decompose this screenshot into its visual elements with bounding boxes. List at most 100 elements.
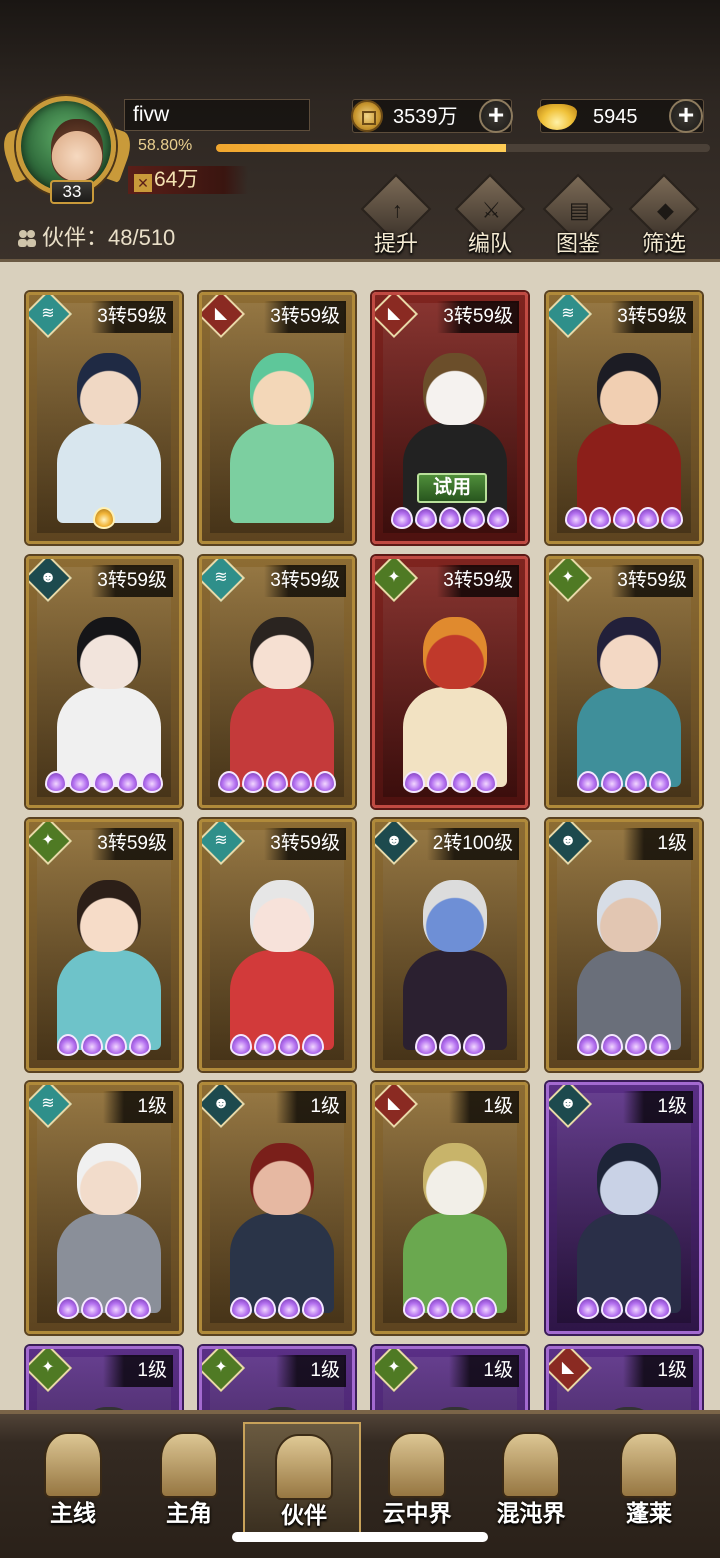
partner-card[interactable]: ☻ 1级 [199, 1082, 355, 1334]
flame-star-icon [661, 507, 683, 529]
partner-card[interactable]: ✦ 3转59级 [546, 556, 702, 808]
star-rating [549, 1297, 699, 1325]
ingot-amount: 5945 [593, 106, 638, 128]
nav-label: 伙伴 [281, 1502, 327, 1528]
partner-card[interactable]: ≋ 3转59级 [199, 556, 355, 808]
player-level-badge: 33 [50, 180, 94, 204]
partner-card[interactable]: ≋ 3转59级 [26, 292, 182, 544]
partner-level: 1级 [449, 1091, 519, 1123]
upgrade-button[interactable]: ↑ 提升 [358, 173, 434, 256]
element-glyph: ≋ [214, 832, 228, 849]
ingot-counter: 5945 + [537, 99, 704, 133]
partner-card[interactable]: ☻ 1级 [546, 1082, 702, 1334]
codex-label: 图鉴 [555, 231, 600, 256]
flame-star-icon [463, 1034, 485, 1056]
partner-portrait [383, 567, 517, 797]
gold-ingot-icon [537, 104, 577, 130]
nav-label: 主角 [166, 1500, 212, 1526]
partners-icon [275, 1434, 333, 1500]
nav-partners[interactable]: 伙伴 [243, 1422, 361, 1534]
partner-portrait [37, 830, 171, 1060]
flame-star-icon [93, 507, 115, 529]
partner-card[interactable]: ≋ 1级 [26, 1082, 182, 1334]
partner-card[interactable]: ☻ 2转100级 [372, 819, 528, 1071]
partner-card[interactable]: ✦ 3转59级 [372, 556, 528, 808]
coin-icon [351, 100, 383, 132]
partner-portrait [557, 303, 691, 533]
flame-star-icon [427, 1297, 449, 1319]
flame-star-icon [601, 1034, 623, 1056]
flame-star-icon [577, 1297, 599, 1319]
partner-card[interactable]: ◣ 1级 [546, 1346, 702, 1410]
flame-star-icon [589, 507, 611, 529]
add-ingots-button[interactable]: + [669, 99, 703, 133]
flame-star-icon [415, 1034, 437, 1056]
add-coins-button[interactable]: + [479, 99, 513, 133]
nav-protagonist[interactable]: 主角 [130, 1422, 248, 1534]
star-rating [29, 1297, 179, 1325]
element-glyph: ✦ [387, 1359, 401, 1376]
nav-main-quest[interactable]: 主线 [14, 1422, 132, 1534]
flame-star-icon [242, 771, 264, 793]
flame-star-icon [45, 771, 67, 793]
partner-card[interactable]: ☻ 3转59级 [26, 556, 182, 808]
element-glyph: ✦ [214, 1359, 228, 1376]
element-glyph: ◣ [561, 1359, 575, 1376]
partner-figure-head [597, 617, 661, 689]
flame-star-icon [278, 1297, 300, 1319]
flame-star-icon [439, 1034, 461, 1056]
flame-star-icon [463, 507, 485, 529]
partner-figure-body [230, 423, 334, 523]
flame-star-icon [439, 507, 461, 529]
partner-level: 1级 [623, 828, 693, 860]
nav-cloud-realm[interactable]: 云中界 [358, 1422, 476, 1534]
partner-card[interactable]: ≋ 3转59级 [199, 819, 355, 1071]
filter-button[interactable]: ◆ 筛选 [626, 173, 702, 256]
partner-card[interactable]: ✦ 1级 [372, 1346, 528, 1410]
partner-card[interactable]: ✦ 1级 [26, 1346, 182, 1410]
exp-progress-bar [216, 144, 710, 152]
partner-card[interactable]: ✦ 3转59级 [26, 819, 182, 1071]
partner-level: 1级 [623, 1091, 693, 1123]
star-rating [202, 771, 352, 799]
element-glyph: ☻ [559, 1095, 577, 1112]
partner-level: 1级 [276, 1091, 346, 1123]
partner-portrait [210, 830, 344, 1060]
trial-badge: 试用 [417, 473, 487, 503]
flame-star-icon [141, 771, 163, 793]
flame-star-icon [427, 771, 449, 793]
nav-chaos-realm[interactable]: 混沌界 [472, 1422, 590, 1534]
flame-star-icon [254, 1297, 276, 1319]
partner-card[interactable]: ✦ 1级 [199, 1346, 355, 1410]
partner-card[interactable]: ≋ 3转59级 [546, 292, 702, 544]
partner-level: 1级 [449, 1355, 519, 1387]
flame-star-icon [577, 1034, 599, 1056]
star-rating [375, 771, 525, 799]
main-quest-icon [44, 1432, 102, 1498]
flame-star-icon [649, 1297, 671, 1319]
formation-button[interactable]: ⚔ 编队 [452, 173, 528, 256]
partner-card[interactable]: ◣ 1级 [372, 1082, 528, 1334]
star-rating [202, 1297, 352, 1325]
element-glyph: ☻ [559, 832, 577, 849]
flame-star-icon [93, 771, 115, 793]
flame-star-icon [278, 1034, 300, 1056]
flame-star-icon [81, 1034, 103, 1056]
flame-star-icon [69, 771, 91, 793]
star-rating [375, 1034, 525, 1062]
nav-penglai[interactable]: 蓬莱 [590, 1422, 708, 1534]
partner-level: 3转59级 [611, 565, 693, 597]
flame-star-icon [302, 1297, 324, 1319]
partner-count-text: 伙伴：48/510 [42, 225, 176, 250]
partner-card[interactable]: ◣ 3转59级 试用 [372, 292, 528, 544]
partner-card[interactable]: ☻ 1级 [546, 819, 702, 1071]
codex-button[interactable]: ▤ 图鉴 [540, 173, 616, 256]
coin-counter: 3539万 + [351, 99, 513, 133]
flame-star-icon [475, 771, 497, 793]
partner-card[interactable]: ◣ 3转59级 [199, 292, 355, 544]
player-avatar[interactable]: 33 [0, 92, 136, 204]
flame-star-icon [81, 1297, 103, 1319]
element-glyph: ✦ [561, 569, 575, 586]
partner-figure-head [250, 353, 314, 425]
partner-figure-head [250, 617, 314, 689]
